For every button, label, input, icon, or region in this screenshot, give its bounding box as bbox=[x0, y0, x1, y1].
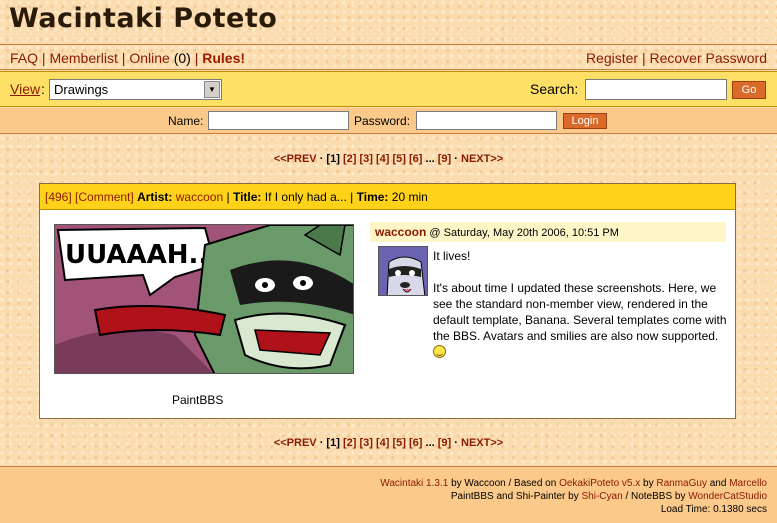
pager-top: <<PREV · [1] [2] [3] [4] [5] [6] ... [9]… bbox=[273, 153, 504, 165]
online-count: (0) bbox=[173, 50, 191, 66]
comment-author-link[interactable]: waccoon bbox=[375, 225, 426, 239]
pager-bottom: <<PREV · [1] [2] [3] [4] [5] [6] ... [9]… bbox=[273, 437, 504, 449]
prev-link[interactable]: <<PREV bbox=[274, 153, 317, 165]
artist-label: Artist: bbox=[137, 190, 173, 204]
last-page-link[interactable]: [9] bbox=[438, 437, 451, 449]
smiley-icon bbox=[433, 345, 446, 358]
go-button[interactable]: Go bbox=[732, 81, 766, 99]
search-label: Search: bbox=[530, 81, 579, 97]
name-field[interactable] bbox=[208, 111, 349, 130]
comment-date: @ Saturday, May 20th 2006, 10:51 PM bbox=[429, 227, 619, 239]
footer: Wacintaki 1.3.1 by Waccoon / Based on Oe… bbox=[0, 466, 777, 523]
ranmaguy-link[interactable]: RanmaGuy bbox=[656, 478, 707, 489]
page-link[interactable]: [5] bbox=[392, 437, 405, 449]
drawing-illustration: UUAAAH... bbox=[55, 225, 353, 373]
search-input[interactable] bbox=[585, 79, 727, 100]
comment-line: It lives! bbox=[433, 249, 471, 263]
comment-header: waccoon @ Saturday, May 20th 2006, 10:51… bbox=[370, 222, 726, 242]
page-link[interactable]: [6] bbox=[409, 153, 422, 165]
view-colon: : bbox=[41, 81, 45, 97]
next-link[interactable]: NEXT>> bbox=[461, 437, 503, 449]
wondercatstudio-link[interactable]: WonderCatStudio bbox=[688, 491, 767, 502]
load-time: Load Time: 0.1380 secs bbox=[660, 504, 767, 515]
artist-link[interactable]: waccoon bbox=[176, 190, 223, 204]
login-bar: Name: Password: Login bbox=[0, 108, 777, 134]
online-link[interactable]: Online bbox=[129, 50, 169, 66]
post-number-link[interactable]: [496] bbox=[45, 190, 72, 204]
title-label: Title: bbox=[232, 190, 262, 204]
view-label[interactable]: View bbox=[10, 81, 40, 97]
page-link[interactable]: [3] bbox=[359, 437, 372, 449]
comment-body: It lives! It's about time I updated thes… bbox=[433, 248, 728, 360]
page-link[interactable]: [5] bbox=[392, 153, 405, 165]
avatar-raccoon-icon bbox=[379, 247, 427, 295]
footer-credits-line: Wacintaki 1.3.1 by Waccoon / Based on Oe… bbox=[380, 478, 767, 489]
version-link[interactable]: Wacintaki 1.3.1 bbox=[380, 478, 448, 489]
password-label: Password: bbox=[354, 114, 411, 128]
login-button[interactable]: Login bbox=[563, 113, 607, 129]
comment-link[interactable]: [Comment] bbox=[75, 190, 134, 204]
page-link[interactable]: [6] bbox=[409, 437, 422, 449]
post-header: [496] [Comment] Artist: waccoon | Title:… bbox=[40, 184, 735, 210]
page-link[interactable]: [2] bbox=[343, 153, 356, 165]
page-link[interactable]: [2] bbox=[343, 437, 356, 449]
shicyan-link[interactable]: Shi-Cyan bbox=[582, 491, 623, 502]
next-link[interactable]: NEXT>> bbox=[461, 153, 503, 165]
last-page-link[interactable]: [9] bbox=[438, 153, 451, 165]
post-title: If I only had a... bbox=[264, 190, 347, 204]
view-bar: View : Drawings ▼ Search: Go bbox=[0, 71, 777, 107]
site-title: Wacintaki Poteto bbox=[9, 3, 278, 34]
marcello-link[interactable]: Marcello bbox=[729, 478, 767, 489]
name-label: Name: bbox=[168, 114, 204, 128]
register-link[interactable]: Register bbox=[586, 50, 638, 66]
prev-link[interactable]: <<PREV bbox=[274, 437, 317, 449]
oekakipoteto-link[interactable]: OekakiPoteto v5.x bbox=[559, 478, 640, 489]
view-select-value: Drawings bbox=[54, 82, 109, 97]
current-page: [1] bbox=[326, 437, 340, 449]
drawing-caption: PaintBBS bbox=[172, 393, 224, 407]
comment-line: It's about time I updated these screensh… bbox=[433, 281, 727, 343]
page-link[interactable]: [3] bbox=[359, 153, 372, 165]
drawing-speech-text: UUAAAH... bbox=[65, 240, 218, 270]
password-field[interactable] bbox=[416, 111, 557, 130]
drawing-image[interactable]: UUAAAH... bbox=[54, 224, 354, 374]
page-link[interactable]: [4] bbox=[376, 437, 389, 449]
post-time: 20 min bbox=[391, 190, 428, 204]
post-box: [496] [Comment] Artist: waccoon | Title:… bbox=[39, 183, 736, 419]
time-label: Time: bbox=[356, 190, 389, 204]
chevron-down-icon[interactable]: ▼ bbox=[204, 81, 220, 98]
rules-link[interactable]: Rules! bbox=[202, 50, 245, 66]
footer-painters-line: PaintBBS and Shi-Painter by Shi-Cyan / N… bbox=[450, 491, 767, 502]
avatar bbox=[378, 246, 428, 296]
recover-password-link[interactable]: Recover Password bbox=[650, 50, 768, 66]
current-page: [1] bbox=[326, 153, 340, 165]
memberlist-link[interactable]: Memberlist bbox=[49, 50, 117, 66]
view-select[interactable]: Drawings ▼ bbox=[49, 79, 222, 100]
site-header: Wacintaki Poteto bbox=[0, 0, 777, 45]
page-link[interactable]: [4] bbox=[376, 153, 389, 165]
top-nav: FAQ | Memberlist | Online (0) | Rules! R… bbox=[0, 46, 777, 70]
faq-link[interactable]: FAQ bbox=[10, 50, 38, 66]
